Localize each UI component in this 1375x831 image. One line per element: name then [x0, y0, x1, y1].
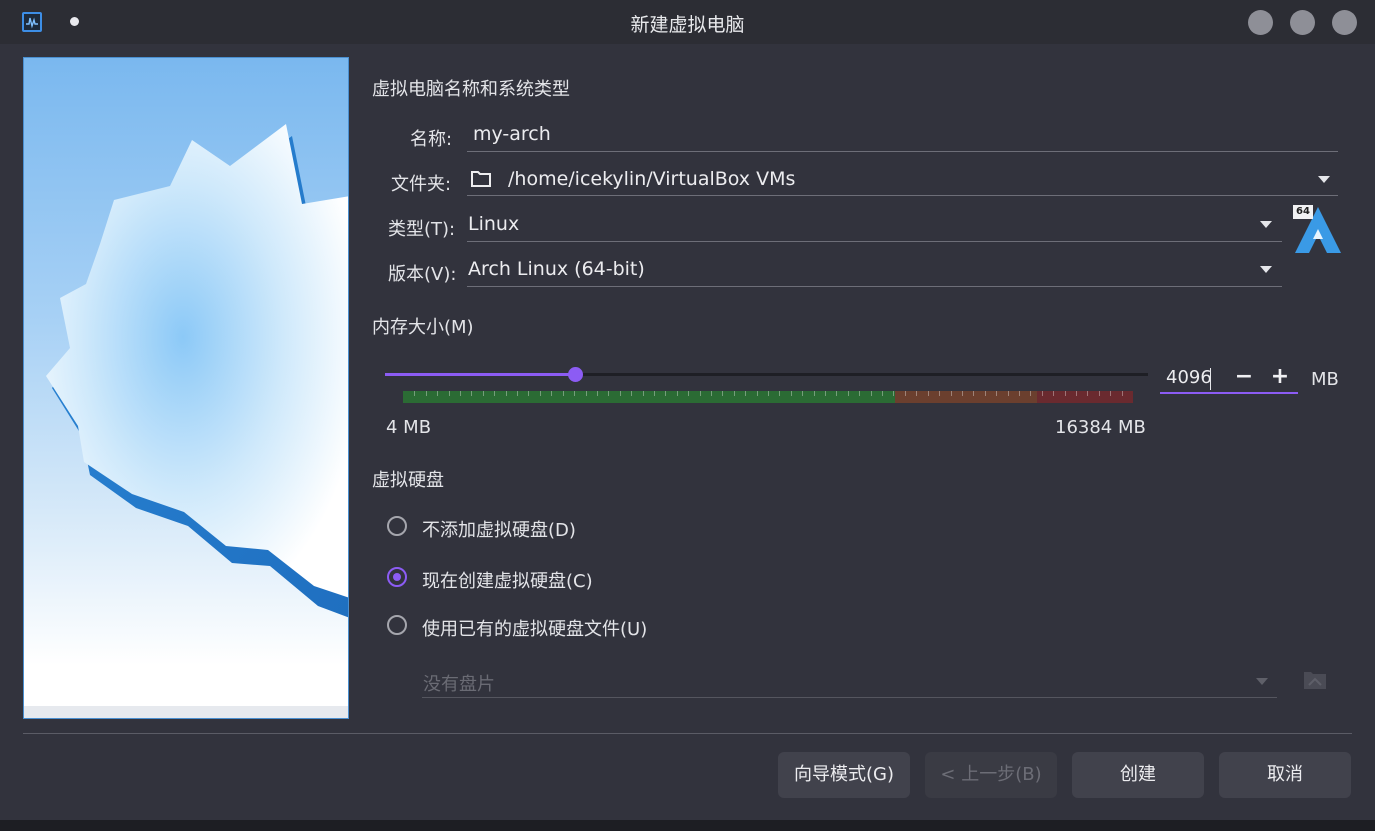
radio-create-disk[interactable]	[387, 567, 407, 587]
radio-no-disk-label[interactable]: 不添加虚拟硬盘(D)	[422, 516, 576, 542]
window-title: 新建虚拟电脑	[630, 14, 745, 36]
choose-disk-file-icon	[1302, 667, 1328, 691]
memory-decrease-button[interactable]: −	[1233, 364, 1255, 389]
memory-spin-underline	[1160, 392, 1298, 394]
version-select[interactable]: Arch Linux (64-bit)	[468, 258, 645, 280]
name-label: 名称:	[410, 129, 453, 150]
existing-disk-chevron-down-icon	[1256, 678, 1268, 685]
radio-create-disk-label[interactable]: 现在创建虚拟硬盘(C)	[422, 567, 593, 593]
memory-scale-warning	[895, 391, 1037, 403]
minimize-button[interactable]	[1248, 10, 1273, 35]
disk-heading: 虚拟硬盘	[372, 470, 444, 491]
folder-select[interactable]: /home/icekylin/VirtualBox VMs	[508, 168, 795, 190]
type-underline	[467, 241, 1282, 242]
type-label: 类型(T):	[388, 219, 456, 240]
memory-heading: 内存大小(M)	[372, 317, 474, 338]
desktop-taskbar-strip	[0, 820, 1375, 831]
memory-slider-fill	[385, 373, 576, 376]
os-bit-badge: 64	[1293, 205, 1313, 219]
version-label: 版本(V):	[388, 264, 457, 285]
existing-disk-select: 没有盘片	[423, 674, 495, 695]
memory-spin-input[interactable]: 4096	[1166, 367, 1212, 388]
arch-linux-os-icon: 64	[1293, 205, 1343, 255]
version-chevron-down-icon[interactable]	[1260, 266, 1272, 273]
existing-disk-underline	[422, 697, 1277, 698]
folder-underline	[467, 195, 1338, 196]
memory-min-label: 4 MB	[386, 417, 432, 438]
radio-no-disk[interactable]	[387, 516, 407, 536]
section-name-type-heading: 虚拟电脑名称和系统类型	[372, 79, 570, 100]
back-button: < 上一步(B)	[925, 752, 1057, 798]
name-input-underline	[467, 151, 1338, 152]
folder-icon	[470, 169, 492, 189]
radio-existing-disk-label[interactable]: 使用已有的虚拟硬盘文件(U)	[422, 615, 647, 641]
memory-max-label: 16384 MB	[1055, 417, 1146, 438]
memory-scale-danger	[1037, 391, 1133, 403]
folder-label: 文件夹:	[391, 174, 452, 195]
folder-chevron-down-icon[interactable]	[1318, 176, 1330, 183]
memory-unit-label: MB	[1311, 369, 1339, 390]
memory-scale-bar	[403, 391, 1133, 403]
maximize-button[interactable]	[1290, 10, 1315, 35]
radio-existing-disk[interactable]	[387, 615, 407, 635]
create-button[interactable]: 创建	[1072, 752, 1204, 798]
cancel-button[interactable]: 取消	[1219, 752, 1351, 798]
memory-scale-safe	[403, 391, 895, 403]
guided-mode-button[interactable]: 向导模式(G)	[778, 752, 910, 798]
memory-increase-button[interactable]: +	[1269, 364, 1291, 389]
wizard-illustration	[23, 57, 349, 719]
text-cursor	[1210, 368, 1211, 390]
close-button[interactable]	[1332, 10, 1357, 35]
version-underline	[467, 286, 1282, 287]
name-input[interactable]: my-arch	[473, 123, 1338, 151]
type-chevron-down-icon[interactable]	[1260, 221, 1272, 228]
type-select[interactable]: Linux	[468, 213, 519, 235]
button-divider	[23, 733, 1352, 734]
